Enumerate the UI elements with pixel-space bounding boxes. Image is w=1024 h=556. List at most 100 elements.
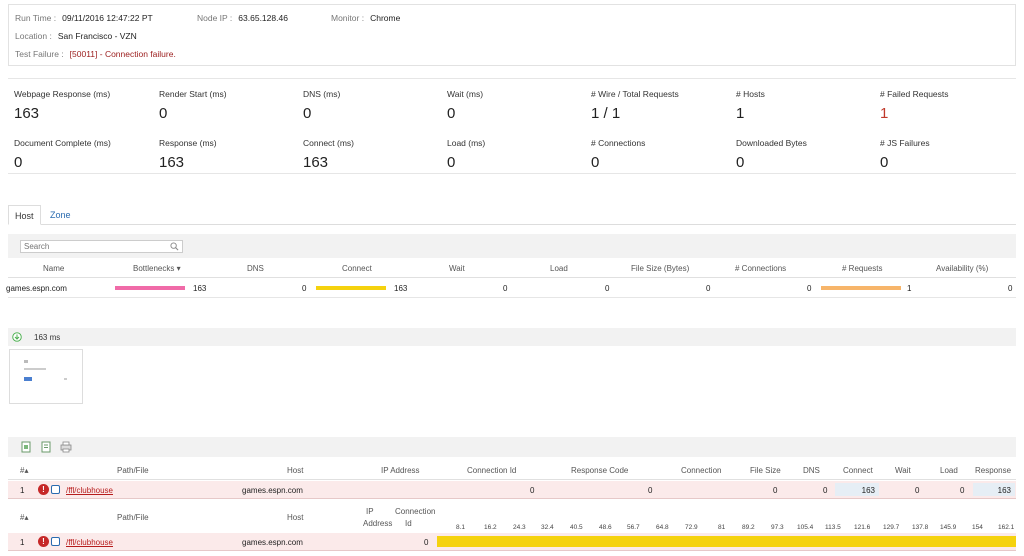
col-name[interactable]: Name	[43, 264, 64, 273]
info-icon[interactable]	[51, 537, 60, 546]
metric-value: 0	[447, 154, 456, 171]
export-icon[interactable]	[20, 441, 32, 453]
location-label: Location :	[15, 31, 52, 41]
waterfall-timeline-row[interactable]: 1 ! /ffl/clubhouse games.espn.com 0	[8, 533, 1016, 551]
timeline-bar	[437, 536, 1016, 547]
metric-hosts: # Hosts 1	[736, 89, 880, 122]
tick-label: 16.2	[484, 524, 497, 531]
metric-value: 1 / 1	[591, 105, 621, 122]
host-bottlenecks: 163	[193, 284, 207, 293]
col-wait[interactable]: Wait	[449, 264, 465, 273]
tick-label: 81	[718, 524, 726, 531]
metric-label: Load (ms)	[447, 138, 486, 148]
metric-wait: Wait (ms) 0	[447, 89, 591, 122]
host-requests: 1	[907, 284, 912, 293]
thumb-mark	[64, 378, 67, 380]
col-dns[interactable]: DNS	[247, 264, 264, 273]
wf-row-host: games.espn.com	[242, 486, 303, 495]
wf2-col-path[interactable]: Path/File	[117, 513, 149, 522]
wf-col-wait[interactable]: Wait	[895, 466, 911, 475]
host-table-row[interactable]: games.espn.com 163 0 163 0 0 0 0 1 0	[6, 278, 1016, 298]
metric-label: # Hosts	[736, 89, 765, 99]
waterfall-row[interactable]: 1 ! /ffl/clubhouse games.espn.com 0 0 0 …	[8, 481, 1016, 499]
run-time: Run Time : 09/11/2016 12:47:22 PT	[15, 13, 153, 23]
metric-label: Response (ms)	[159, 138, 217, 148]
wf-col-ip[interactable]: IP Address	[381, 466, 420, 475]
tick-label: 121.6	[854, 524, 871, 531]
filmstrip-bar: 163 ms	[8, 328, 1016, 346]
search-icon[interactable]	[170, 242, 179, 251]
metric-value: 0	[14, 154, 23, 171]
wf2-col-cid-2[interactable]: Id	[405, 519, 412, 528]
tab-host[interactable]: Host	[8, 205, 41, 225]
wf-col-file-size[interactable]: File Size	[750, 466, 781, 475]
wf2-col-num[interactable]: #▴	[20, 513, 28, 522]
host-connections: 0	[807, 284, 812, 293]
metric-label: DNS (ms)	[303, 89, 341, 99]
wf-col-load[interactable]: Load	[940, 466, 958, 475]
col-connections[interactable]: # Connections	[735, 264, 786, 273]
path-link[interactable]: /ffl/clubhouse	[66, 538, 113, 547]
tick-label: 89.2	[742, 524, 755, 531]
metric-value: 0	[880, 154, 889, 171]
tick-label: 162.1	[998, 524, 1015, 531]
tick-label: 154	[972, 524, 983, 531]
path-link[interactable]: /ffl/clubhouse	[66, 486, 113, 495]
tick-label: 97.3	[771, 524, 784, 531]
wf2-col-ip-2[interactable]: Address	[363, 519, 392, 528]
wf2-col-cid-1[interactable]: Connection	[395, 507, 435, 516]
search-box	[20, 240, 183, 253]
location-value: San Francisco - VZN	[57, 31, 137, 41]
metric-render-start: Render Start (ms) 0	[159, 89, 303, 122]
info-icon[interactable]	[51, 485, 60, 494]
col-bottlenecks[interactable]: Bottlenecks ▾	[133, 264, 181, 273]
connect-bar	[316, 286, 386, 290]
host-file-size: 0	[706, 284, 711, 293]
tick-label: 72.9	[685, 524, 698, 531]
col-connect[interactable]: Connect	[342, 264, 372, 273]
wf2-col-ip-1[interactable]: IP	[366, 507, 374, 516]
wf-col-response-code[interactable]: Response Code	[571, 466, 628, 475]
thumb-logo	[24, 360, 28, 363]
wf2-row-path: /ffl/clubhouse	[66, 538, 113, 547]
metric-connections: # Connections 0	[591, 138, 735, 171]
wf-col-host[interactable]: Host	[287, 466, 303, 475]
host-wait: 0	[503, 284, 508, 293]
wf-col-connection[interactable]: Connection	[681, 466, 721, 475]
download-icon[interactable]	[12, 332, 22, 342]
monitor-value: Chrome	[370, 13, 401, 23]
wf-col-response[interactable]: Response	[975, 466, 1011, 475]
search-input[interactable]	[21, 241, 161, 252]
print-icon[interactable]	[60, 441, 72, 453]
host-table-header: Name Bottlenecks ▾ DNS Connect Wait Load…	[8, 258, 1016, 278]
wf-col-dns[interactable]: DNS	[803, 466, 820, 475]
metric-label: # Failed Requests	[880, 89, 949, 99]
copy-icon[interactable]	[40, 441, 52, 453]
tick-label: 8.1	[456, 524, 466, 531]
tick-label: 64.8	[656, 524, 669, 531]
tab-zone[interactable]: Zone	[44, 205, 77, 225]
wf2-col-host[interactable]: Host	[287, 513, 303, 522]
wf-col-connection-id[interactable]: Connection Id	[467, 466, 516, 475]
col-availability[interactable]: Availability (%)	[936, 264, 988, 273]
metric-failed-requests: # Failed Requests 1	[880, 89, 1024, 122]
wf-row-connection-id: 0	[530, 486, 535, 495]
tick-label: 56.7	[627, 524, 640, 531]
screenshot-thumbnail[interactable]	[9, 349, 83, 404]
wf-row-path: /ffl/clubhouse	[66, 486, 113, 495]
metric-value: 0	[303, 105, 312, 122]
col-load[interactable]: Load	[550, 264, 568, 273]
wf-col-connect[interactable]: Connect	[843, 466, 873, 475]
metric-js-failures: # JS Failures 0	[880, 138, 1024, 171]
metric-webpage-response: Webpage Response (ms) 163	[14, 89, 158, 122]
wf-row-response-code: 0	[648, 486, 653, 495]
metric-label: # Connections	[591, 138, 646, 148]
host-connect: 163	[394, 284, 408, 293]
test-failure-label: Test Failure :	[15, 49, 64, 59]
col-file-size[interactable]: File Size (Bytes)	[631, 264, 689, 273]
metrics-grid: Webpage Response (ms) 163 Render Start (…	[8, 78, 1016, 174]
wf-col-path[interactable]: Path/File	[117, 466, 149, 475]
col-requests[interactable]: # Requests	[842, 264, 882, 273]
tick-label: 40.5	[570, 524, 583, 531]
wf-col-num[interactable]: #▴	[20, 466, 28, 475]
